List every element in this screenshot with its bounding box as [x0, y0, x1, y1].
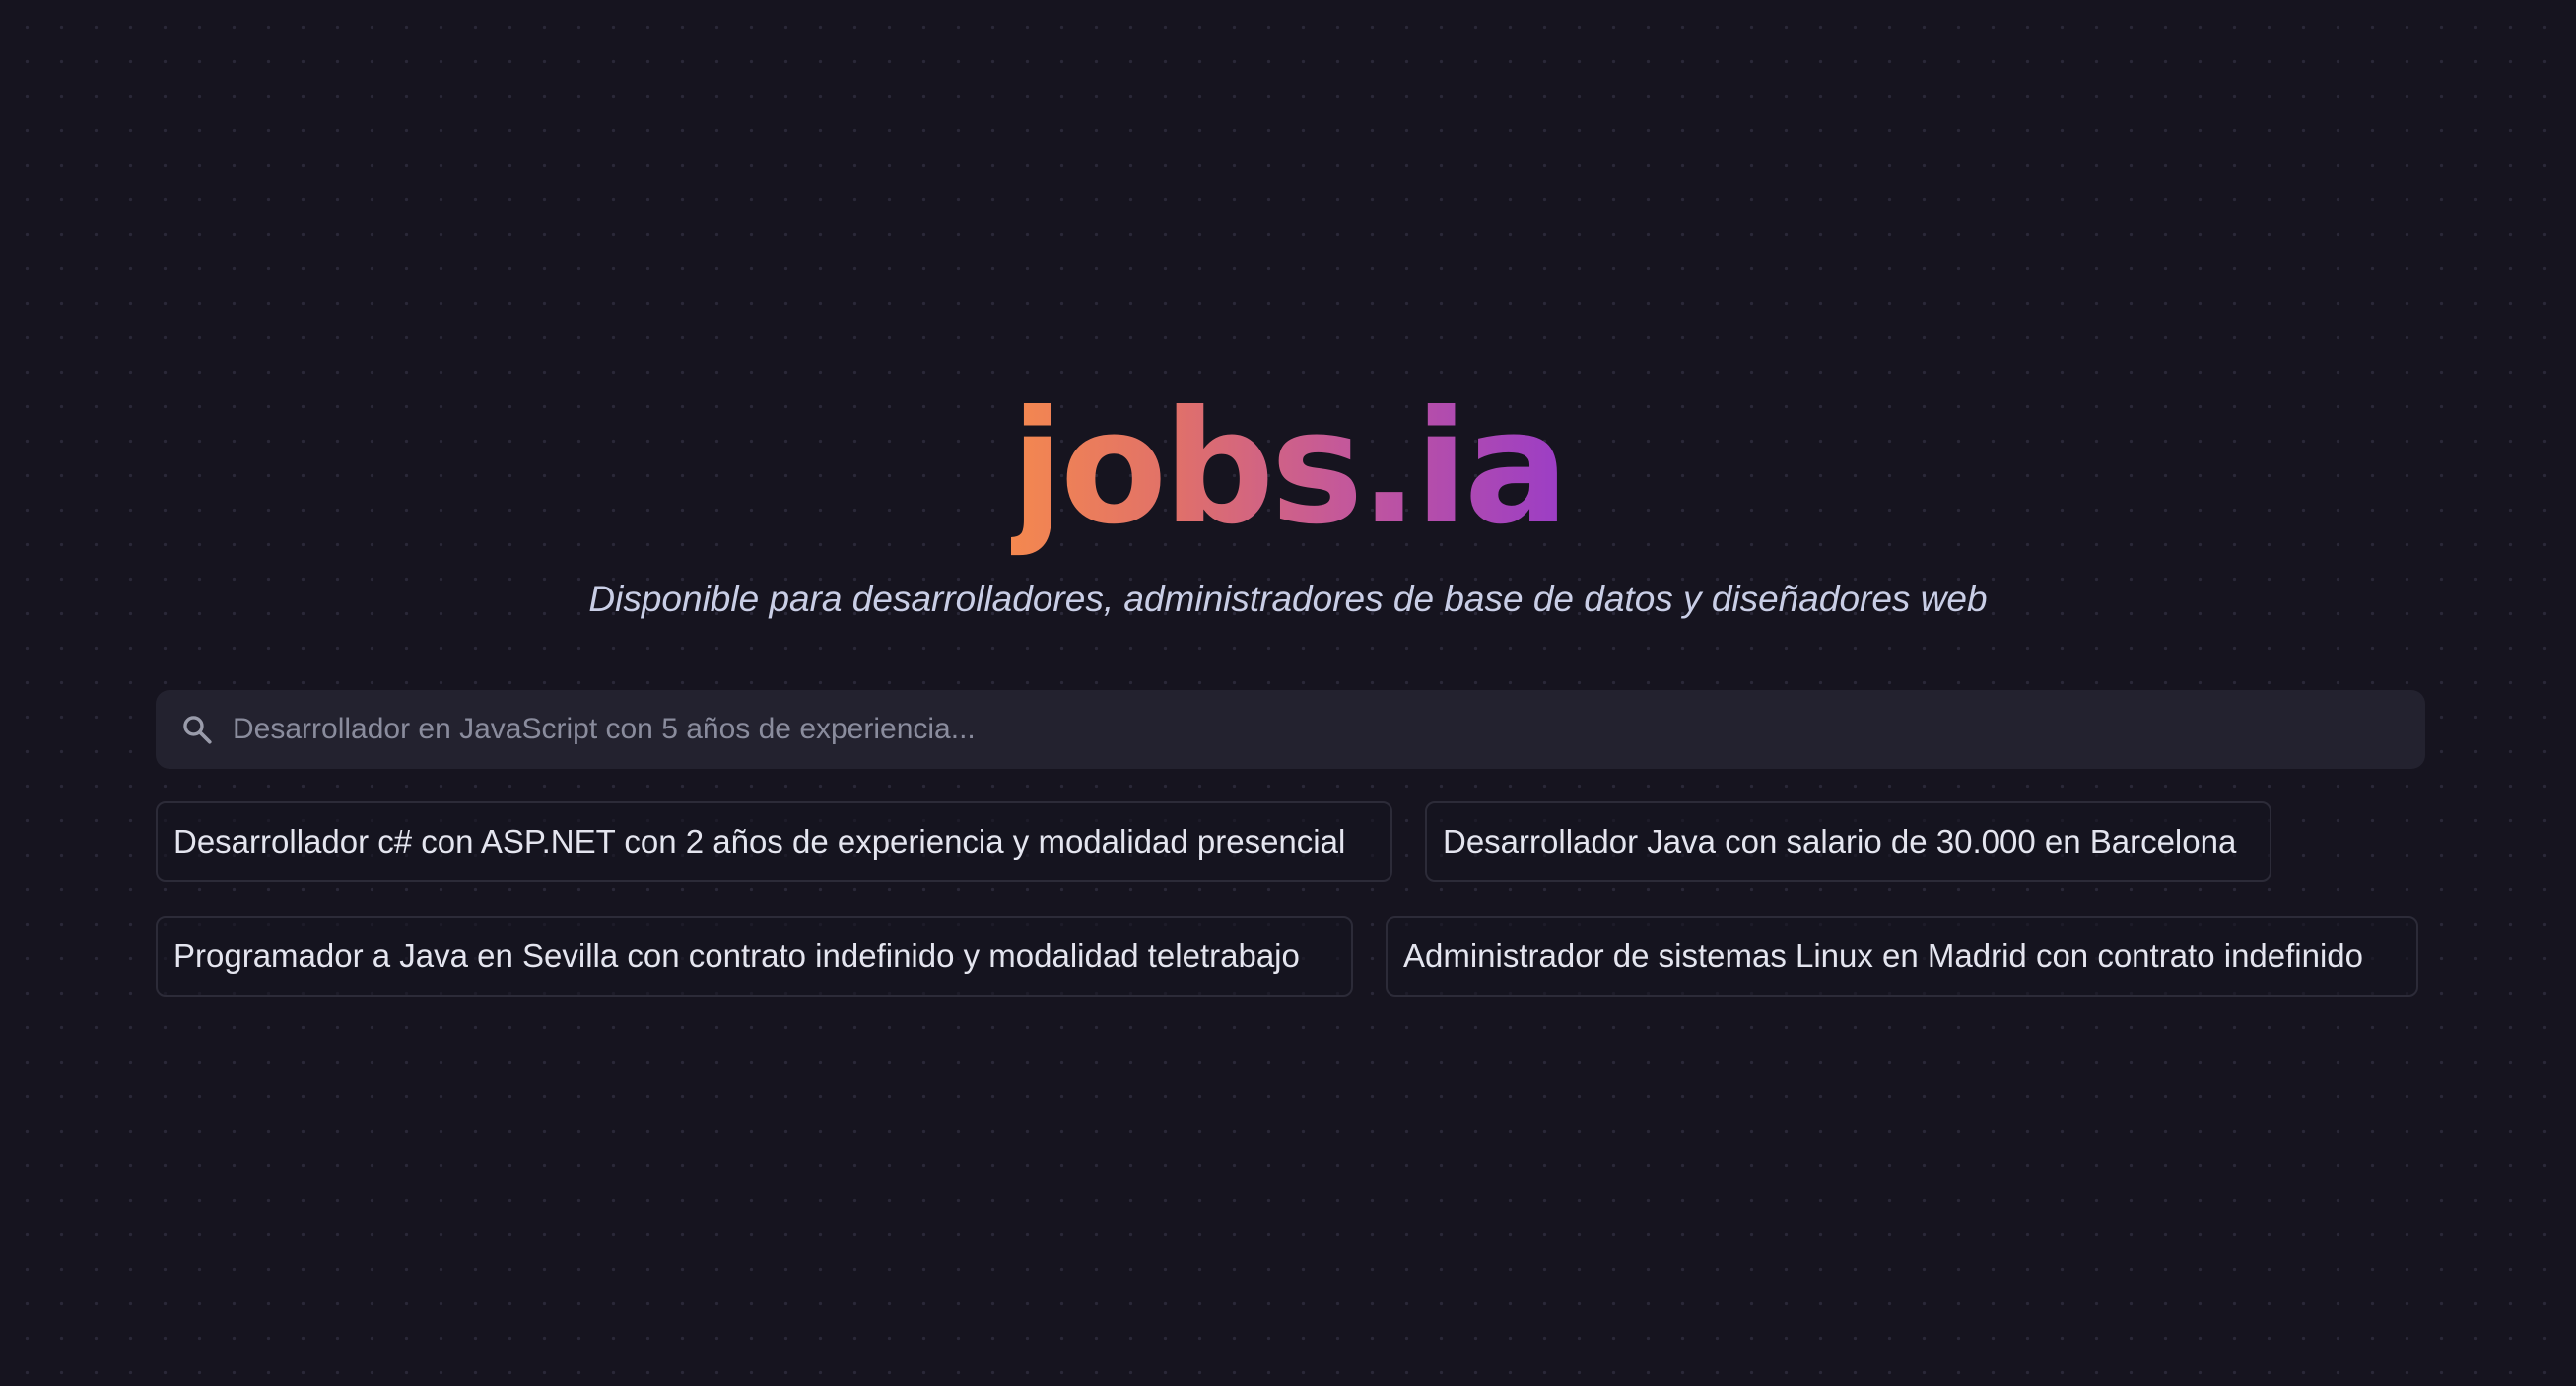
- tagline: Disponible para desarrolladores, adminis…: [588, 579, 1988, 619]
- logo-text: jobs.ia: [1010, 378, 1570, 559]
- suggestion-chip[interactable]: Administrador de sistemas Linux en Madri…: [1386, 916, 2418, 997]
- logo: jobs.ia: [0, 375, 2576, 562]
- suggestion-chip[interactable]: Desarrollador c# con ASP.NET con 2 años …: [156, 801, 1392, 882]
- suggestion-chip[interactable]: Desarrollador Java con salario de 30.000…: [1425, 801, 2271, 882]
- search-icon: [177, 710, 217, 749]
- search-input[interactable]: [217, 689, 2425, 770]
- suggestion-chip[interactable]: Programador a Java en Sevilla con contra…: [156, 916, 1353, 997]
- search-bar[interactable]: [156, 689, 2425, 770]
